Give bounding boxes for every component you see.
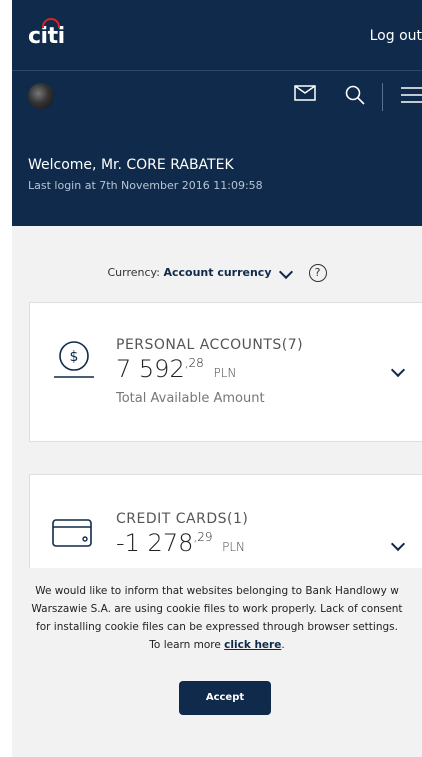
- icon-separator: [382, 83, 383, 111]
- amount-decimal: ,28: [184, 356, 204, 370]
- personal-accounts-card[interactable]: $ PERSONAL ACCOUNTS(7) 7 592,28 PLN Tota…: [29, 302, 422, 442]
- cookie-end: .: [281, 639, 285, 651]
- cookie-banner: We would like to inform that websites be…: [12, 568, 422, 757]
- amount-integer: 7 592: [116, 355, 185, 383]
- app-frame: citi Log out Welcome, Mr. CORE RABATEK L…: [12, 0, 422, 757]
- logout-link[interactable]: Log out: [370, 28, 422, 44]
- currency-label: Currency:: [107, 266, 160, 279]
- last-login-text: Last login at 7th November 2016 11:09:58: [28, 179, 263, 192]
- mail-icon[interactable]: [294, 85, 316, 101]
- svg-text:$: $: [70, 349, 79, 365]
- credit-card-icon: [52, 519, 92, 547]
- user-header: Welcome, Mr. CORE RABATEK Last login at …: [12, 71, 422, 226]
- card-amount: -1 278,29 PLN: [116, 529, 245, 557]
- avatar[interactable]: [28, 83, 54, 109]
- currency-value[interactable]: Account currency: [163, 266, 271, 279]
- amount-currency: PLN: [222, 540, 246, 554]
- dollar-coin-icon: $: [54, 341, 94, 378]
- amount-currency: PLN: [213, 366, 237, 380]
- amount-integer: -1 278: [116, 529, 194, 557]
- card-title: PERSONAL ACCOUNTS(7): [116, 337, 304, 353]
- cookie-text: We would like to inform that websites be…: [31, 585, 403, 651]
- card-title: CREDIT CARDS(1): [116, 511, 249, 527]
- chevron-down-icon[interactable]: [390, 362, 406, 378]
- chevron-down-icon[interactable]: [278, 264, 294, 279]
- logo-arc-icon: [42, 18, 60, 28]
- search-icon[interactable]: [345, 85, 365, 105]
- top-bar: citi Log out: [12, 0, 422, 70]
- card-amount: 7 592,28 PLN: [116, 355, 236, 383]
- help-icon[interactable]: ?: [308, 264, 327, 282]
- amount-decimal: ,29: [193, 530, 213, 544]
- cookie-notice: We would like to inform that websites be…: [30, 582, 404, 654]
- accept-button[interactable]: Accept: [179, 681, 271, 715]
- citi-logo[interactable]: citi: [28, 18, 65, 49]
- welcome-text: Welcome, Mr. CORE RABATEK: [28, 157, 234, 173]
- currency-selector: Currency: Account currency ?: [12, 264, 422, 282]
- menu-icon[interactable]: [401, 85, 422, 105]
- cookie-link[interactable]: click here: [224, 639, 281, 651]
- chevron-down-icon[interactable]: [390, 536, 406, 552]
- card-subtitle: Total Available Amount: [116, 391, 265, 406]
